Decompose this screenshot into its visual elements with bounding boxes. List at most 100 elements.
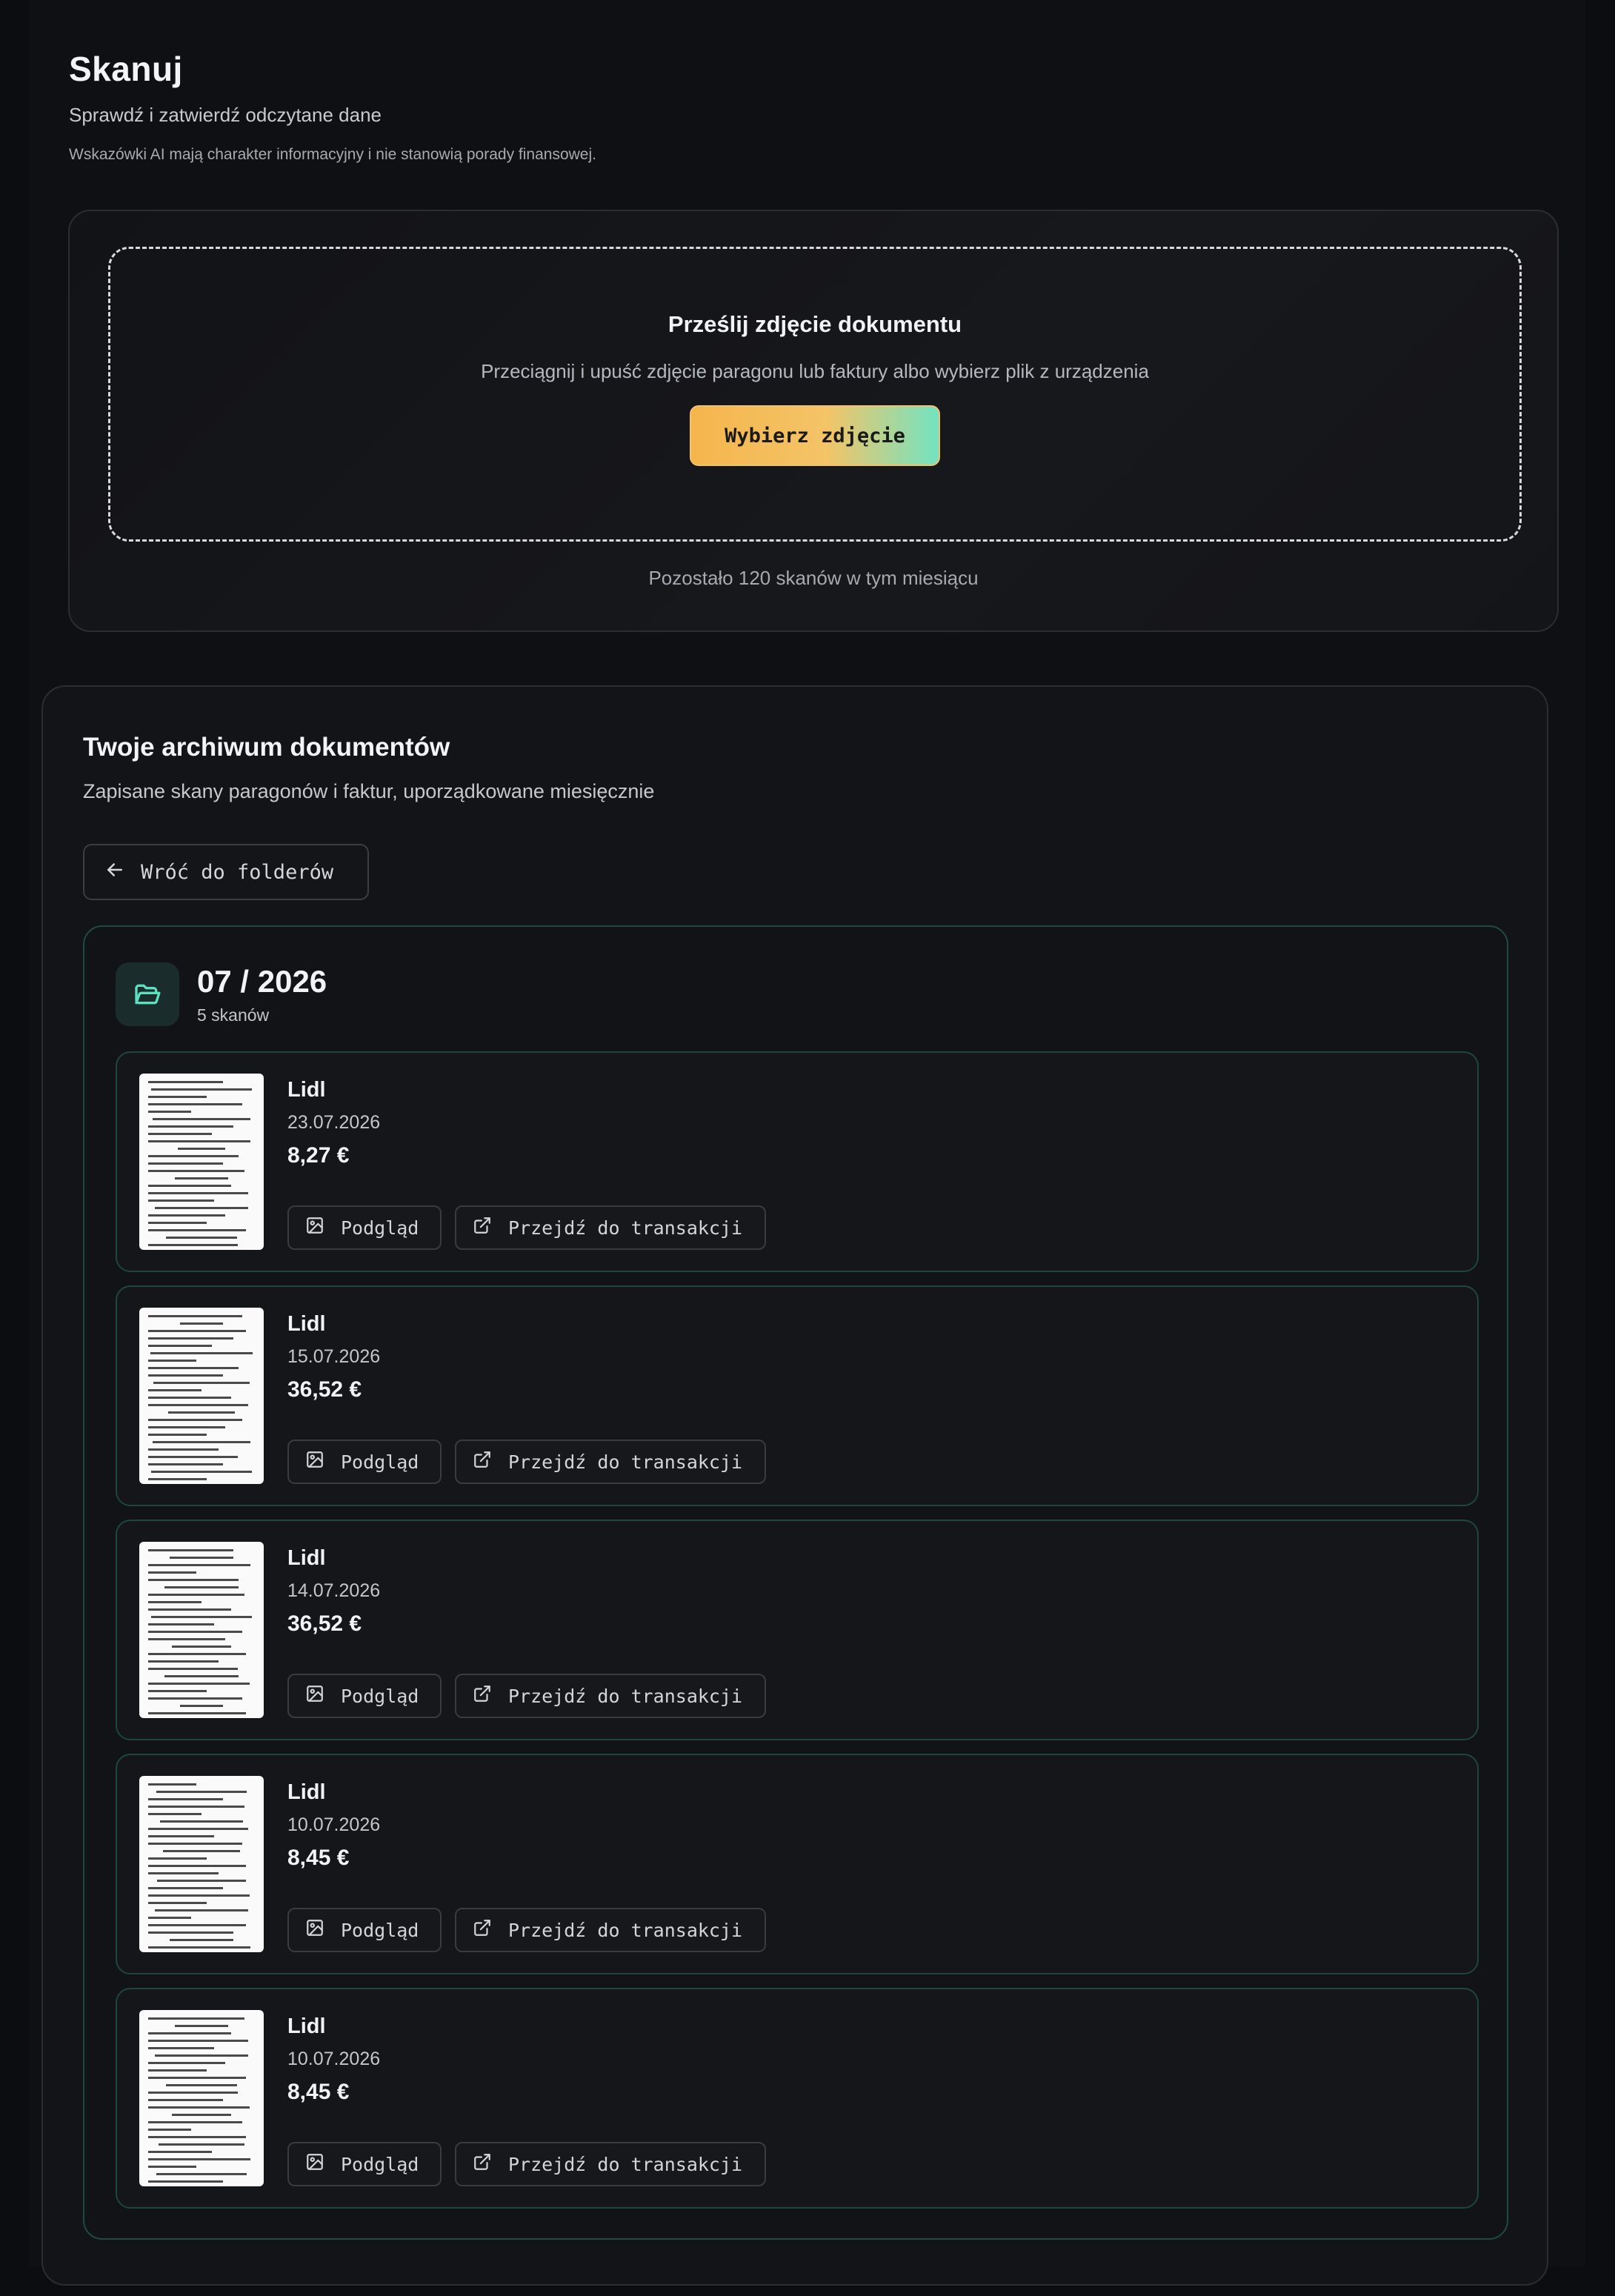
receipt-line	[148, 1125, 234, 1128]
document-item: Lidl 10.07.2026 8,45 € Podgląd Przejdź d…	[116, 1754, 1479, 1974]
go-to-transaction-label: Przejdź do transakcji	[508, 1685, 743, 1707]
upload-dropzone[interactable]: Prześlij zdjęcie dokumentu Przeciągnij i…	[108, 247, 1522, 542]
receipt-line	[150, 1352, 253, 1354]
receipt-line	[148, 1712, 247, 1714]
receipt-line	[172, 1646, 231, 1648]
receipt-line	[148, 1419, 242, 1421]
choose-photo-button[interactable]: Wybierz zdjęcie	[690, 405, 940, 466]
store-name: Lidl	[287, 1546, 326, 1570]
go-to-transaction-button[interactable]: Przejdź do transakcji	[455, 1440, 766, 1484]
receipt-line	[148, 2180, 223, 2183]
receipt-line	[148, 2166, 196, 2168]
page-subtitle: Sprawdź i zatwierdź odczytane dane	[69, 104, 382, 126]
image-icon	[305, 1216, 324, 1239]
go-to-transaction-button[interactable]: Przejdź do transakcji	[455, 1205, 766, 1250]
receipt-line	[148, 1337, 234, 1340]
receipt-line	[148, 2077, 247, 2079]
receipt-line	[148, 1571, 196, 1574]
arrow-left-icon	[104, 859, 126, 886]
receipt-line	[148, 1931, 234, 1934]
document-date: 14.07.2026	[287, 1580, 381, 1601]
store-name: Lidl	[287, 1780, 326, 1804]
page-header: Skanuj Sprawdź i zatwierdź odczytane dan…	[69, 49, 596, 164]
preview-button[interactable]: Podgląd	[287, 1440, 442, 1484]
receipt-line	[148, 1579, 239, 1581]
receipt-line	[148, 1653, 247, 1655]
receipt-line	[148, 1185, 232, 1187]
receipt-thumbnail[interactable]	[139, 1542, 264, 1718]
receipt-line	[148, 1601, 202, 1603]
receipt-line	[148, 1806, 244, 1808]
receipt-line	[156, 1791, 247, 1793]
upload-title: Prześlij zdjęcie dokumentu	[667, 311, 962, 337]
document-date: 23.07.2026	[287, 1112, 381, 1133]
receipt-thumbnail[interactable]	[139, 2010, 264, 2186]
receipt-thumbnail[interactable]	[139, 1074, 264, 1250]
receipt-line	[169, 1939, 234, 1941]
receipt-line	[148, 1330, 247, 1332]
receipt-line	[148, 1389, 202, 1391]
image-icon	[305, 1918, 324, 1942]
receipt-line	[148, 1683, 250, 1685]
receipt-line	[172, 2114, 231, 2116]
go-to-transaction-button[interactable]: Przejdź do transakcji	[455, 1908, 766, 1952]
go-to-transaction-button[interactable]: Przejdź do transakcji	[455, 1674, 766, 1718]
receipt-line	[148, 1608, 232, 1611]
preview-button-label: Podgląd	[341, 1919, 419, 1941]
preview-button[interactable]: Podgląd	[287, 1674, 442, 1718]
archive-card: Twoje archiwum dokumentów Zapisane skany…	[41, 685, 1548, 2286]
receipt-line	[169, 1557, 234, 1559]
external-link-icon	[473, 2152, 492, 2176]
receipt-line	[148, 1397, 232, 1399]
receipt-line	[148, 1813, 202, 1815]
upload-card: Prześlij zdjęcie dokumentu Przeciągnij i…	[68, 210, 1559, 632]
go-to-transaction-button[interactable]: Przejdź do transakcji	[455, 2142, 766, 2186]
receipt-line	[164, 1675, 239, 1677]
receipt-line	[148, 1222, 207, 1224]
receipt-line	[148, 1360, 196, 1362]
preview-button-label: Podgląd	[341, 1217, 419, 1239]
receipt-line	[148, 1162, 223, 1165]
receipt-line	[148, 1434, 207, 1436]
receipt-line	[156, 1880, 247, 1882]
receipt-line	[148, 1214, 225, 1217]
preview-button[interactable]: Podgląd	[287, 1205, 442, 1250]
preview-button[interactable]: Podgląd	[287, 1908, 442, 1952]
receipt-line	[177, 1148, 226, 1150]
receipt-line	[148, 1857, 207, 1860]
preview-button[interactable]: Podgląd	[287, 2142, 442, 2186]
receipt-line	[150, 1088, 253, 1091]
store-name: Lidl	[287, 1312, 326, 1336]
receipt-line	[148, 1697, 242, 1700]
receipt-line	[148, 2129, 191, 2131]
receipt-thumbnail[interactable]	[139, 1308, 264, 1484]
receipt-line	[148, 2151, 213, 2153]
receipt-line	[154, 1909, 249, 1911]
page-title: Skanuj	[69, 50, 183, 88]
preview-button-label: Podgląd	[341, 1685, 419, 1707]
receipt-line	[148, 1374, 223, 1377]
receipt-line	[148, 1404, 249, 1406]
receipt-line	[175, 2025, 228, 2027]
archive-subtitle: Zapisane skany paragonów i faktur, uporz…	[83, 780, 655, 802]
receipt-line	[148, 2040, 249, 2042]
receipt-line	[148, 1478, 207, 1480]
folder-open-icon	[116, 962, 179, 1026]
receipt-line	[168, 1411, 235, 1414]
receipt-line	[148, 1917, 191, 1919]
document-item: Lidl 14.07.2026 36,52 € Podgląd Przejdź …	[116, 1520, 1479, 1740]
receipt-line	[148, 1638, 225, 1640]
upload-description: Przeciągnij i upuść zdjęcie paragonu lub…	[481, 360, 1149, 382]
receipt-line	[148, 1345, 213, 1347]
receipt-line	[148, 2136, 247, 2138]
month-folder: 07 / 2026 5 skanów Lidl 23.07.2026 8,27 …	[83, 925, 1508, 2240]
receipt-line	[148, 1946, 251, 1949]
receipt-line	[148, 2069, 207, 2072]
receipt-line	[148, 1244, 238, 1246]
receipt-thumbnail[interactable]	[139, 1776, 264, 1952]
receipt-line	[148, 1103, 242, 1105]
receipt-line	[154, 2054, 249, 2057]
receipt-line	[148, 1865, 247, 1867]
back-to-folders-button[interactable]: Wróć do folderów	[83, 844, 369, 900]
receipt-line	[159, 2143, 244, 2146]
